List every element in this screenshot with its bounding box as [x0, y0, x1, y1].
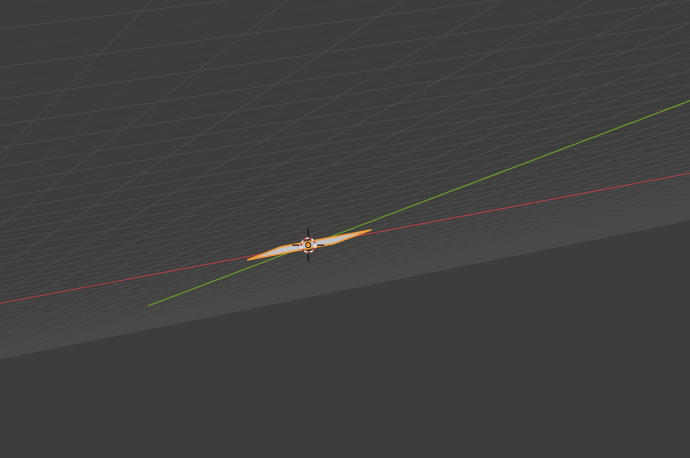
object-origin-dot	[305, 242, 312, 249]
viewport-canvas[interactable]	[0, 0, 690, 458]
3d-viewport[interactable]	[0, 0, 690, 458]
